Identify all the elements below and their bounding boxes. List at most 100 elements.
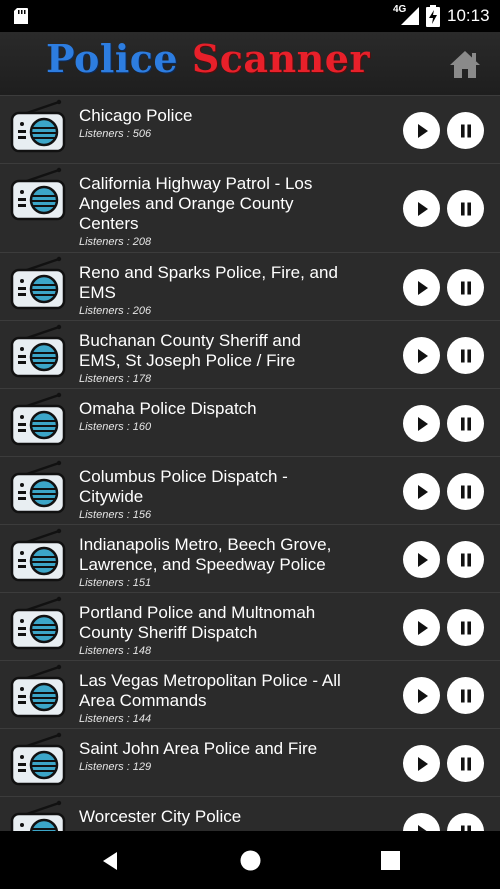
station-info: Chicago Police Listeners : 506 [79,106,341,140]
station-info: Buchanan County Sheriff and EMS, St Jose… [79,331,341,385]
sd-card-icon [14,8,28,24]
station-info: Las Vegas Metropolitan Police - All Area… [79,671,341,725]
app-title-part1: Police [46,36,179,81]
station-info: Columbus Police Dispatch - Citywide Liste… [79,467,341,521]
home-icon[interactable] [449,49,481,79]
station-name: Reno and Sparks Police, Fire, and EMS [79,263,338,302]
play-button[interactable] [403,112,440,149]
listener-count: Listeners : 506 [79,128,152,140]
station-row[interactable]: Buchanan County Sheriff and EMS, St Jose… [0,320,500,388]
status-bar: 4G 10:13 [0,0,500,32]
pause-icon [460,281,471,294]
pause-icon [460,757,471,770]
pause-icon [460,202,471,215]
pause-icon [460,124,471,137]
station-row[interactable]: Portland Police and Multnomah County She… [0,592,500,660]
play-icon [417,348,428,363]
pause-button[interactable] [447,541,484,578]
station-row[interactable]: Saint John Area Police and Fire Listeners… [0,728,500,796]
radio-icon [9,664,67,720]
station-name: Chicago Police [79,106,193,125]
listener-count: Listeners : 160 [79,421,152,433]
station-name: Worcester City Police [79,807,242,826]
play-button[interactable] [403,473,440,510]
station-name: Saint John Area Police and Fire [79,739,318,758]
play-button[interactable] [403,813,440,831]
station-name: Portland Police and Multnomah County She… [79,603,316,642]
play-icon [417,620,428,635]
app-title-part2: Scanner [191,36,370,81]
radio-icon [9,256,67,312]
station-name: Columbus Police Dispatch - Citywide [79,467,288,506]
pause-button[interactable] [447,677,484,714]
pause-icon [460,553,471,566]
play-button[interactable] [403,609,440,646]
station-name: Buchanan County Sheriff and EMS, St Jose… [79,331,301,370]
station-row[interactable]: Chicago Police Listeners : 506 [0,95,500,163]
radio-icon [9,392,67,448]
app-title: Police Scanner [46,36,370,88]
signal-icon [401,7,419,25]
listener-count: Listeners : 178 [79,373,152,385]
radio-icon [9,324,67,380]
station-row[interactable]: Las Vegas Metropolitan Police - All Area… [0,660,500,728]
play-button[interactable] [403,745,440,782]
play-button[interactable] [403,190,440,227]
play-icon [417,756,428,771]
pause-button[interactable] [447,405,484,442]
play-button[interactable] [403,541,440,578]
pause-button[interactable] [447,813,484,831]
navigation-bar [0,831,500,889]
station-info: California Highway Patrol - Los Angeles … [79,174,341,248]
pause-icon [460,349,471,362]
station-row[interactable]: Reno and Sparks Police, Fire, and EMS Lis… [0,252,500,320]
listener-count: Listeners : 156 [79,509,152,521]
play-button[interactable] [403,337,440,374]
station-row[interactable]: Worcester City Police [0,796,500,831]
pause-icon [460,825,471,831]
play-button[interactable] [403,269,440,306]
pause-button[interactable] [447,269,484,306]
pause-button[interactable] [447,745,484,782]
listener-count: Listeners : 206 [79,305,152,317]
pause-button[interactable] [447,337,484,374]
play-icon [417,123,428,138]
pause-icon [460,689,471,702]
pause-icon [460,417,471,430]
back-icon[interactable] [99,850,121,872]
station-info: Indianapolis Metro, Beech Grove, Lawrenc… [79,535,341,589]
play-button[interactable] [403,677,440,714]
station-row[interactable]: Columbus Police Dispatch - Citywide Liste… [0,456,500,524]
play-icon [417,484,428,499]
play-icon [417,824,427,831]
pause-button[interactable] [447,190,484,227]
station-info: Reno and Sparks Police, Fire, and EMS Lis… [79,263,341,317]
station-row[interactable]: Omaha Police Dispatch Listeners : 160 [0,388,500,456]
listener-count: Listeners : 151 [79,577,152,589]
listener-count: Listeners : 148 [79,645,152,657]
play-button[interactable] [403,405,440,442]
listener-count: Listeners : 208 [79,236,152,248]
radio-icon [9,732,67,788]
station-name: Indianapolis Metro, Beech Grove, Lawrenc… [79,535,332,574]
listener-count: Listeners : 129 [79,761,152,773]
station-row[interactable]: California Highway Patrol - Los Angeles … [0,163,500,252]
play-icon [417,688,428,703]
station-name: Omaha Police Dispatch [79,399,257,418]
pause-button[interactable] [447,112,484,149]
home-nav-icon[interactable] [240,850,261,871]
radio-icon [9,528,67,584]
radio-icon [9,460,67,516]
recents-icon[interactable] [381,851,400,870]
station-info: Saint John Area Police and Fire Listeners… [79,739,341,773]
pause-button[interactable] [447,473,484,510]
pause-button[interactable] [447,609,484,646]
pause-icon [460,485,471,498]
station-list[interactable]: Chicago Police Listeners : 506 California… [0,95,500,831]
play-icon [417,552,428,567]
play-icon [417,416,428,431]
station-name: Las Vegas Metropolitan Police - All Area… [79,671,341,710]
play-icon [417,201,428,216]
station-row[interactable]: Indianapolis Metro, Beech Grove, Lawrenc… [0,524,500,592]
battery-charging-icon [426,5,440,27]
